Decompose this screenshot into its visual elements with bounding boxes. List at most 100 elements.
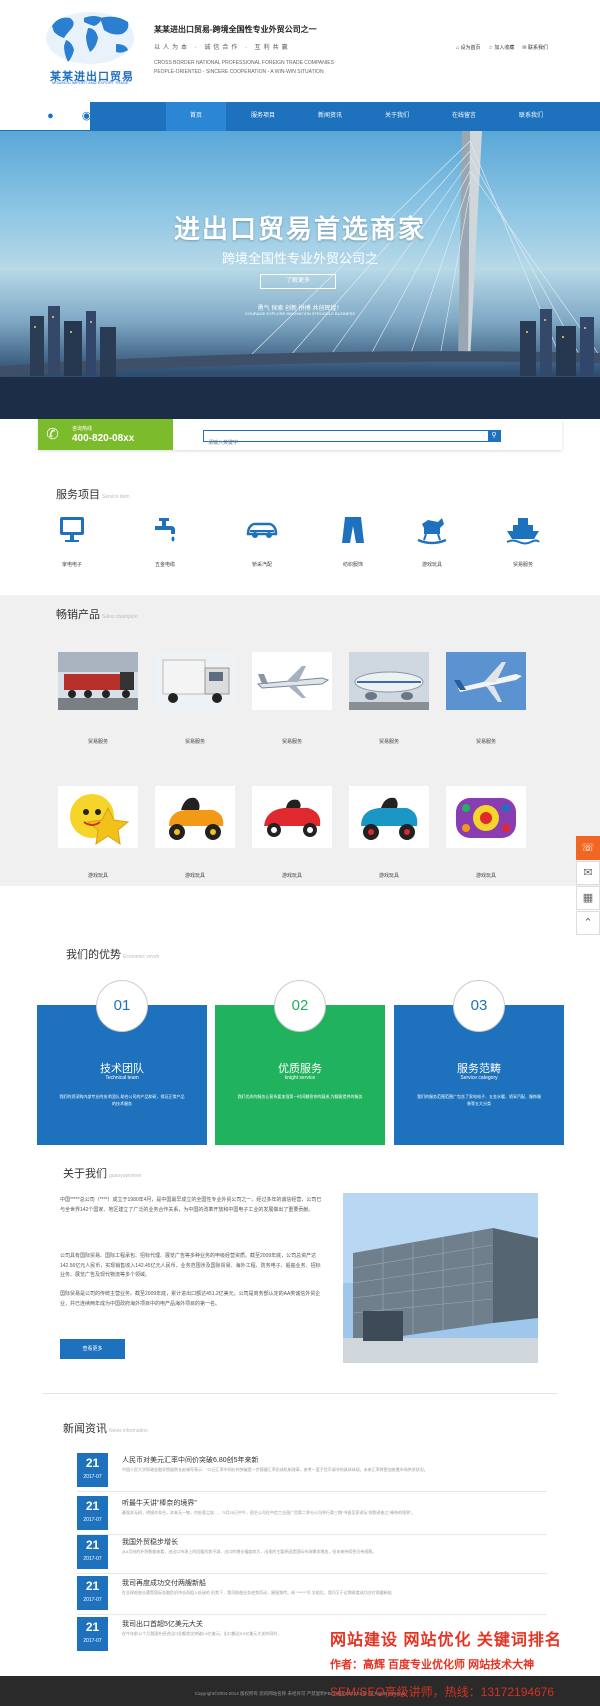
nav-item-contact[interactable]: 联系我们 — [501, 102, 561, 131]
product-label[interactable]: 游戏玩具 — [446, 872, 526, 879]
product-image-jet-sky[interactable] — [446, 652, 526, 710]
about-paragraph: 中国*****总公司（****）成立于1980年4月，是中国最早成立的全国性专业… — [60, 1197, 322, 1213]
product-image-lorry[interactable] — [155, 652, 235, 710]
rocking-horse-icon — [417, 518, 447, 545]
wechat-icon[interactable]: ◉ — [80, 110, 93, 123]
hotline-search-bar: ✆ 咨询热线 400-820-08xx ⚲ — [38, 419, 562, 450]
slogan-cn: 以人为本 · 诚信合作 · 互利共赢 — [154, 45, 291, 51]
qrcode-icon[interactable]: ▦ — [576, 886, 600, 910]
divider — [77, 1573, 547, 1574]
slogan-en-line1: CROSS BORDER NATIONAL PROFESSIONAL FOREI… — [154, 60, 334, 66]
news-summary: 中国人民大学财政金融学院副院长赵锡军表示：“22日汇率中间价的突破是一步稳健汇率… — [122, 1467, 428, 1472]
news-summary: 从5月份的外贸数据来看，进出口市场上的回暖形势不减，出口的增长幅度较大，出现的主… — [122, 1549, 377, 1554]
logo-subtitle: MOUMOU IMPORT AND EXPORT TRADE — [52, 80, 129, 85]
learn-more-button[interactable]: 了解更多 — [260, 274, 336, 289]
news-summary: 最强本无树，明镜亦非台，本来无一物，何处惹尘埃……”5月25日中午，宿仑公司在中… — [122, 1510, 416, 1515]
news-summary: 在全球船舶业遭受国际金融危机冲击而陷入低迷的 形势下，我司船舶业务逆势而动，捷报… — [122, 1590, 392, 1595]
news-item[interactable]: 21 2017-07 人民币对美元汇率中间价突破6.80创5年来新 中国人民大学财… — [77, 1453, 547, 1487]
product-image-ride-car-teal[interactable] — [349, 786, 429, 848]
nav-item-home[interactable]: 首页 — [166, 102, 226, 131]
social-links: ● ◉ — [0, 102, 93, 131]
news-date: 21 2017-07 — [77, 1453, 108, 1487]
products-title: 畅销产品 Sales champion — [56, 609, 138, 621]
phone-icon[interactable]: ☏ — [576, 836, 600, 860]
product-label[interactable]: 游戏玩具 — [155, 872, 235, 879]
divider — [77, 1614, 547, 1615]
product-image-airplane[interactable] — [252, 652, 332, 710]
section-divider — [42, 1393, 558, 1394]
nav-item-news[interactable]: 新闻资讯 — [300, 102, 360, 131]
product-label[interactable]: 贸易服务 — [252, 738, 332, 745]
hero-banner: 进出口贸易首选商家 跨境全国性专业外贸公司之 了解更多 勇气 探索 创新 拼搏 … — [0, 131, 600, 419]
news-date: 21 2017-07 — [77, 1496, 108, 1530]
advantage-title: 服务范畴 — [457, 1063, 501, 1075]
advantage-title-en: knight service — [284, 1075, 316, 1081]
news-title-link[interactable]: 人民币对美元汇率中间价突破6.80创5年来新 — [122, 1455, 259, 1465]
product-label[interactable]: 贸易服务 — [349, 738, 429, 745]
news-title-link[interactable]: 我司出口首超5亿美元大关 — [122, 1619, 203, 1629]
banner-subtitle: 跨境全国性专业外贸公司之 — [221, 251, 378, 266]
product-image-jumbo-jet[interactable] — [349, 652, 429, 710]
product-label[interactable]: 游戏玩具 — [349, 872, 429, 879]
advantage-title-en: Service category — [460, 1075, 498, 1081]
news-item[interactable]: 21 2017-07 我司再度成功交付两艘新船 在全球船舶业遭受国际金融危机冲击而… — [77, 1576, 547, 1610]
search-icon[interactable]: ⚲ — [488, 431, 500, 441]
product-image-star-toy[interactable] — [58, 786, 138, 848]
chat-icon[interactable]: ✉ — [576, 861, 600, 885]
watermark-line1: 网站建设 网站优化 关键词排名 — [330, 1632, 562, 1649]
news-date: 21 2017-07 — [77, 1617, 108, 1651]
back-to-top-icon[interactable]: ⌃ — [576, 911, 600, 935]
news-item[interactable]: 21 2017-07 我国外贸稳步增长 从5月份的外贸数据来看，进出口市场上的回暖… — [77, 1535, 547, 1569]
news-title-link[interactable]: 我司再度成功交付两艘新船 — [122, 1578, 206, 1588]
advantage-desc: 我们的服务范围范围广包含了家电电子、五金水暖、轿采汽配、服饰服装等五大分类 — [417, 1094, 541, 1106]
product-image-ride-car-orange[interactable] — [155, 786, 235, 848]
hotline-label: 咨询热线 — [72, 426, 93, 432]
service-item[interactable]: 家电电子 — [32, 514, 112, 568]
product-label[interactable]: 游戏玩具 — [58, 872, 138, 879]
nav-item-about[interactable]: 关于我们 — [367, 102, 427, 131]
watermark-line2: 作者：高辉 百度专业优化师 网站技术大神 — [330, 1659, 535, 1671]
contact-us-link[interactable]: ✉ 联系我们 — [522, 44, 548, 51]
product-label[interactable]: 贸易服务 — [446, 738, 526, 745]
hotline-box: ✆ 咨询热线 400-820-08xx — [38, 419, 173, 450]
building-photo — [343, 1193, 538, 1363]
search-input[interactable] — [204, 438, 484, 448]
nav-item-message[interactable]: 在线留言 — [434, 102, 494, 131]
news-date: 21 2017-07 — [77, 1576, 108, 1610]
service-item[interactable]: 游戏玩具 — [392, 514, 472, 568]
news-item[interactable]: 21 2017-07 听最牛天讲“棒奈的境界” 最强本无树，明镜亦非台，本来无一物… — [77, 1496, 547, 1530]
news-title: 新闻资讯 News information — [63, 1423, 148, 1435]
product-label[interactable]: 贸易服务 — [58, 738, 138, 745]
service-item[interactable]: 五金电缆 — [125, 514, 205, 568]
service-item[interactable]: 轿采汽配 — [222, 514, 302, 568]
product-image-activity-toy[interactable] — [446, 786, 526, 848]
news-title-link[interactable]: 听最牛天讲“棒奈的境界” — [122, 1498, 197, 1508]
qq-icon[interactable]: ● — [44, 110, 57, 123]
view-more-button[interactable]: 查看更多 — [60, 1339, 125, 1359]
product-label[interactable]: 贸易服务 — [155, 738, 235, 745]
service-item[interactable]: 纺织服饰 — [313, 514, 393, 568]
phone-icon: ✆ — [46, 426, 59, 443]
advantage-number: 02 — [274, 980, 326, 1032]
banner-title: 进出口贸易首选商家 — [173, 214, 426, 244]
service-item[interactable]: 贸易服务 — [483, 514, 563, 568]
add-favorite-link[interactable]: ☆ 加入收藏 — [489, 44, 515, 51]
advantage-number: 01 — [96, 980, 148, 1032]
nav-item-services[interactable]: 服务项目 — [233, 102, 293, 131]
watermark-line3: SEM/SEO高级讲师，热线：13172194676 — [330, 1685, 555, 1699]
product-image-ride-car-red[interactable] — [252, 786, 332, 848]
about-paragraph: 国际贸易是公司的传统主营业务。截至2009年底，累计进出口额达451.2亿美元。… — [60, 1291, 321, 1307]
monitor-icon — [60, 517, 84, 542]
news-title-link[interactable]: 我国外贸稳步增长 — [122, 1537, 178, 1547]
product-label[interactable]: 游戏玩具 — [252, 872, 332, 879]
advantage-title: 优质服务 — [278, 1063, 322, 1075]
main-nav: ● ◉ 首页 服务项目 新闻资讯 关于我们 在线留言 联系我们 — [0, 102, 600, 131]
product-image-truck[interactable] — [58, 652, 138, 710]
about-title: 关于我们 guanyuwomen — [63, 1168, 142, 1180]
set-homepage-link[interactable]: ⌂ 设为首页 — [456, 44, 480, 51]
search-box: ⚲ — [203, 430, 501, 448]
company-title: 某某进出口贸易-跨境全国性专业外贸公司之一 — [154, 25, 317, 34]
floating-toolbar: ☏ ✉ ▦ ⌃ — [576, 836, 600, 936]
pants-icon — [342, 517, 364, 543]
advantage-title: 技术团队 — [100, 1063, 144, 1075]
